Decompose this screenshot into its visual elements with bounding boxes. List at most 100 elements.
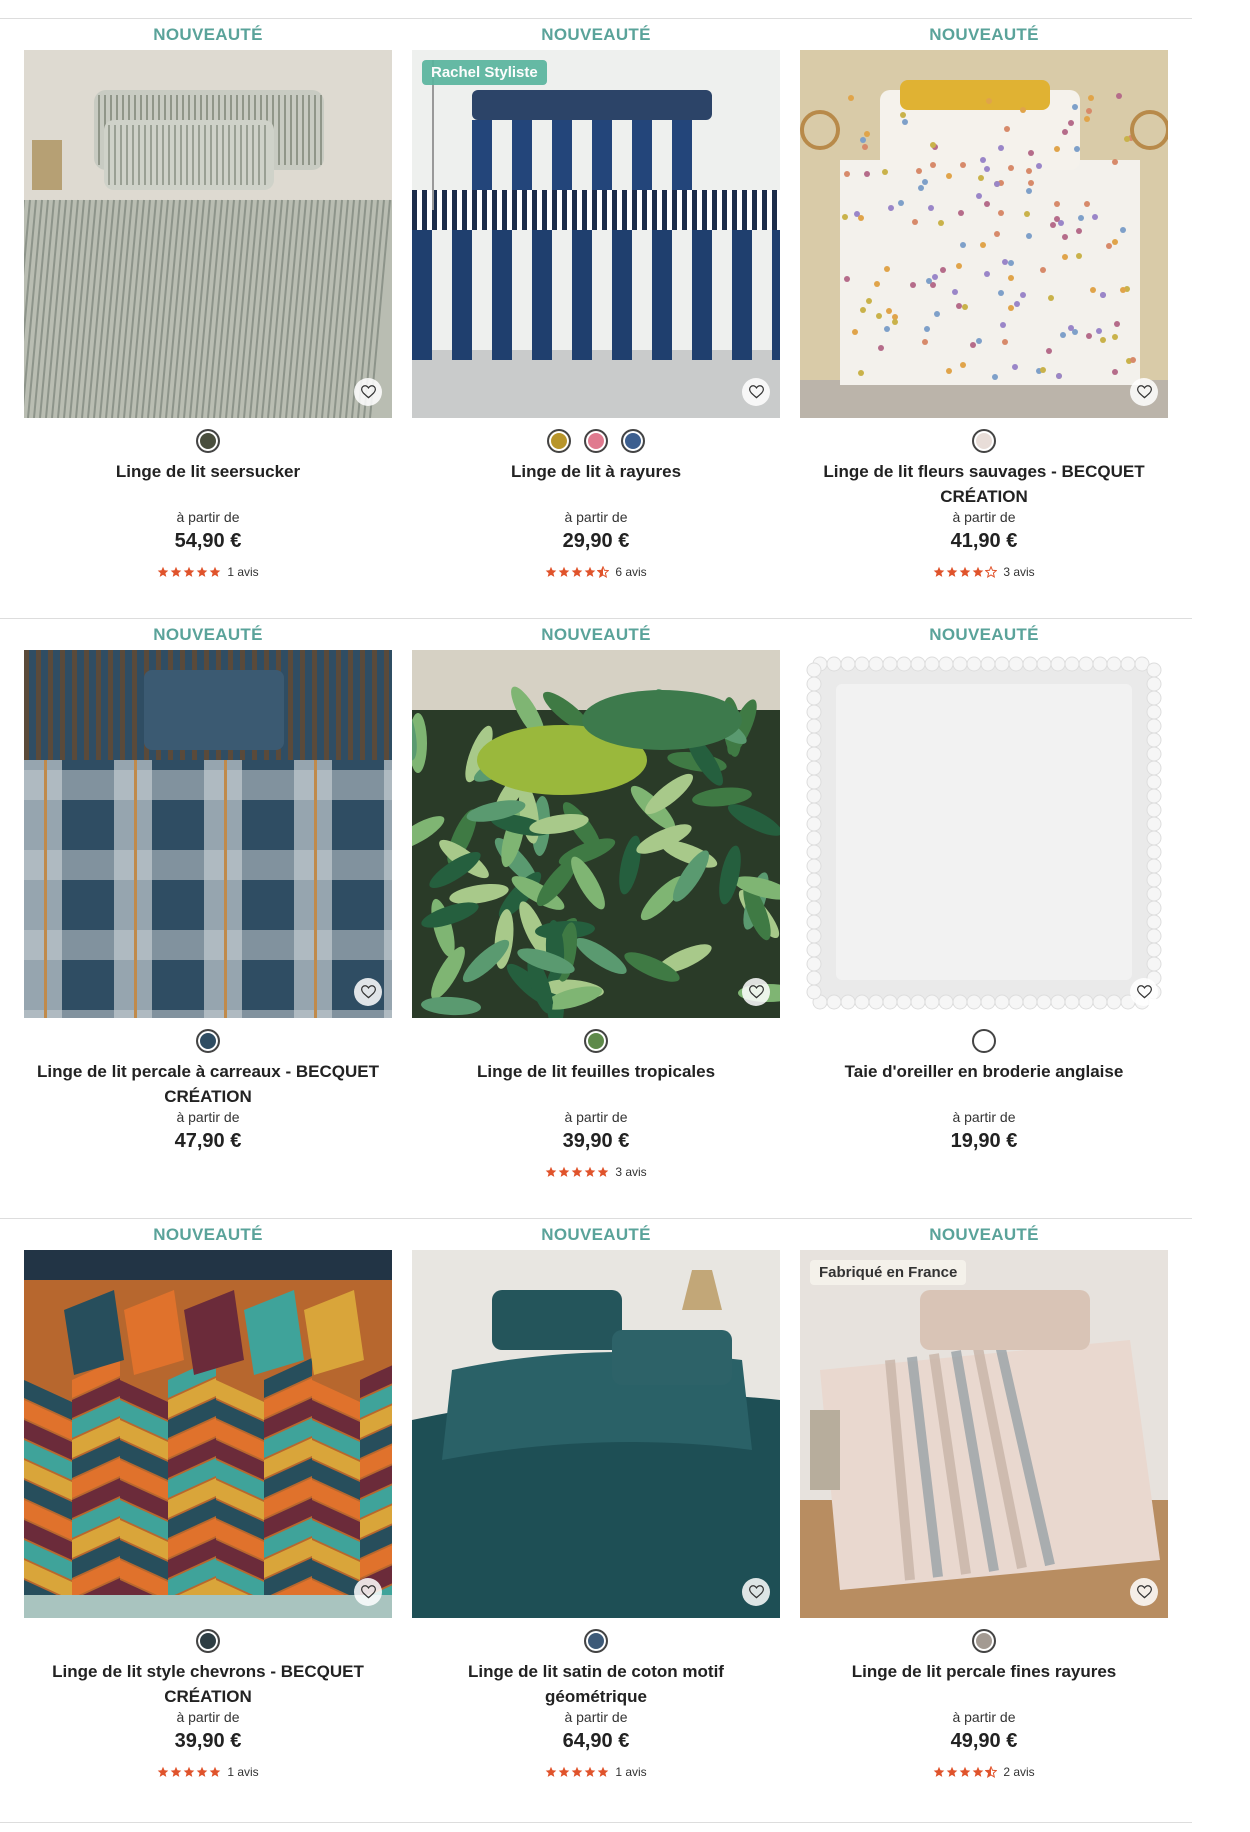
wishlist-button[interactable] <box>354 978 382 1006</box>
color-swatch[interactable] <box>196 429 220 453</box>
star-icon <box>558 1166 570 1178</box>
review-count: 6 avis <box>615 565 647 579</box>
color-swatch[interactable] <box>972 429 996 453</box>
product-image[interactable] <box>800 650 1168 1018</box>
price-from-label: à partir de <box>564 1709 628 1725</box>
wishlist-button[interactable] <box>742 378 770 406</box>
color-swatches <box>412 429 780 453</box>
product-name[interactable]: Taie d'oreiller en broderie anglaise <box>808 1059 1160 1084</box>
review-count: 1 avis <box>227 565 259 579</box>
color-swatch[interactable] <box>196 1029 220 1053</box>
star-icon <box>959 566 971 578</box>
color-swatch[interactable] <box>547 429 571 453</box>
star-icon <box>209 566 221 578</box>
star-icon <box>558 566 570 578</box>
new-badge: NOUVEAUTÉ <box>541 1225 651 1244</box>
product-rating[interactable]: 3 avis <box>412 1165 780 1179</box>
heart-icon <box>1136 985 1152 999</box>
heart-icon <box>1136 385 1152 399</box>
color-swatch[interactable] <box>584 1629 608 1653</box>
color-swatch[interactable] <box>196 1629 220 1653</box>
product-name[interactable]: Linge de lit style chevrons - BECQUET CR… <box>32 1659 384 1709</box>
product-rating[interactable]: 3 avis <box>800 565 1168 579</box>
price-from-label: à partir de <box>176 1709 240 1725</box>
color-swatch[interactable] <box>972 1029 996 1053</box>
star-icon <box>584 1166 596 1178</box>
wishlist-button[interactable] <box>1130 978 1158 1006</box>
wishlist-button[interactable] <box>1130 378 1158 406</box>
star-icon <box>170 566 182 578</box>
product-price: 39,90 € <box>174 1730 242 1752</box>
wishlist-button[interactable] <box>742 978 770 1006</box>
product-rating[interactable]: 1 avis <box>24 565 392 579</box>
color-swatch[interactable] <box>972 1629 996 1653</box>
product-image[interactable] <box>800 50 1168 418</box>
product-image-art <box>800 1250 1168 1618</box>
product-price: 49,90 € <box>950 1730 1018 1752</box>
price-from-label: à partir de <box>564 1109 628 1125</box>
wishlist-button[interactable] <box>354 378 382 406</box>
star-icon <box>946 1766 958 1778</box>
star-icon <box>196 566 208 578</box>
product-name[interactable]: Linge de lit percale fines rayures <box>808 1659 1160 1684</box>
product-row: NOUVEAUTÉ Linge de lit seersucker à partir… <box>0 18 1192 619</box>
product-name[interactable]: Linge de lit seersucker <box>32 459 384 484</box>
price-from-label: à partir de <box>952 1109 1016 1125</box>
product-name[interactable]: Linge de lit percale à carreaux - BECQUE… <box>32 1059 384 1109</box>
color-swatches <box>800 1629 1168 1653</box>
product-card[interactable]: NOUVEAUTÉ Taie d'oreiller en broderie ang… <box>800 619 1168 1219</box>
product-name[interactable]: Linge de lit fleurs sauvages - BECQUET C… <box>808 459 1160 509</box>
product-card[interactable]: NOUVEAUTÉ Linge de lit fleurs sauvages - … <box>800 19 1168 619</box>
product-image[interactable] <box>412 1250 780 1618</box>
star-icon <box>558 1766 570 1778</box>
wishlist-button[interactable] <box>354 1578 382 1606</box>
product-rating[interactable]: 2 avis <box>800 1765 1168 1779</box>
product-price: 54,90 € <box>174 530 242 552</box>
color-swatch[interactable] <box>621 429 645 453</box>
star-icon <box>545 1766 557 1778</box>
product-image[interactable]: Fabriqué en France <box>800 1250 1168 1618</box>
color-swatches <box>24 1029 392 1053</box>
product-card[interactable]: NOUVEAUTÉ Rachel Styliste Linge de lit à r… <box>412 19 780 619</box>
color-swatch[interactable] <box>584 1029 608 1053</box>
star-icon <box>196 1766 208 1778</box>
product-rating[interactable]: 1 avis <box>24 1765 392 1779</box>
product-card[interactable]: NOUVEAUTÉ Linge de lit percale à carreaux… <box>24 619 392 1219</box>
rating-stars <box>157 566 221 578</box>
product-card[interactable]: NOUVEAUTÉ Linge de lit feuilles tropicale… <box>412 619 780 1219</box>
price-from-label: à partir de <box>952 1709 1016 1725</box>
product-image[interactable] <box>24 1250 392 1618</box>
star-icon <box>571 1766 583 1778</box>
product-image[interactable] <box>24 50 392 418</box>
color-swatch[interactable] <box>584 429 608 453</box>
star-icon <box>571 1166 583 1178</box>
product-card[interactable]: NOUVEAUTÉ Linge de lit seersucker à partir… <box>24 19 392 619</box>
rating-stars <box>933 1766 998 1778</box>
product-image[interactable] <box>412 650 780 1018</box>
star-icon <box>972 1766 984 1778</box>
product-row: NOUVEAUTÉ Linge de lit percale à carreaux… <box>0 618 1192 1219</box>
product-card[interactable]: NOUVEAUTÉ Linge de lit satin de coton mot… <box>412 1219 780 1819</box>
wishlist-button[interactable] <box>742 1578 770 1606</box>
product-rating[interactable]: 1 avis <box>412 1765 780 1779</box>
product-rating[interactable]: 6 avis <box>412 565 780 579</box>
rating-stars <box>545 1766 609 1778</box>
product-image[interactable] <box>24 650 392 1018</box>
heart-icon <box>360 985 376 999</box>
wishlist-button[interactable] <box>1130 1578 1158 1606</box>
product-card[interactable]: NOUVEAUTÉ Linge de lit style chevrons - B… <box>24 1219 392 1819</box>
product-price: 64,90 € <box>562 1730 630 1752</box>
product-image[interactable]: Rachel Styliste <box>412 50 780 418</box>
review-count: 1 avis <box>615 1765 647 1779</box>
new-badge: NOUVEAUTÉ <box>153 625 263 644</box>
product-image-art <box>24 1250 392 1618</box>
product-name[interactable]: Linge de lit feuilles tropicales <box>420 1059 772 1084</box>
star-icon <box>170 1766 182 1778</box>
product-card[interactable]: NOUVEAUTÉ Fabriqué en France Linge de lit … <box>800 1219 1168 1819</box>
product-image-art <box>800 650 1168 1018</box>
new-badge: NOUVEAUTÉ <box>541 25 651 44</box>
product-name[interactable]: Linge de lit à rayures <box>420 459 772 484</box>
product-name[interactable]: Linge de lit satin de coton motif géomét… <box>420 1659 772 1709</box>
price-from-label: à partir de <box>952 509 1016 525</box>
color-swatches <box>412 1629 780 1653</box>
